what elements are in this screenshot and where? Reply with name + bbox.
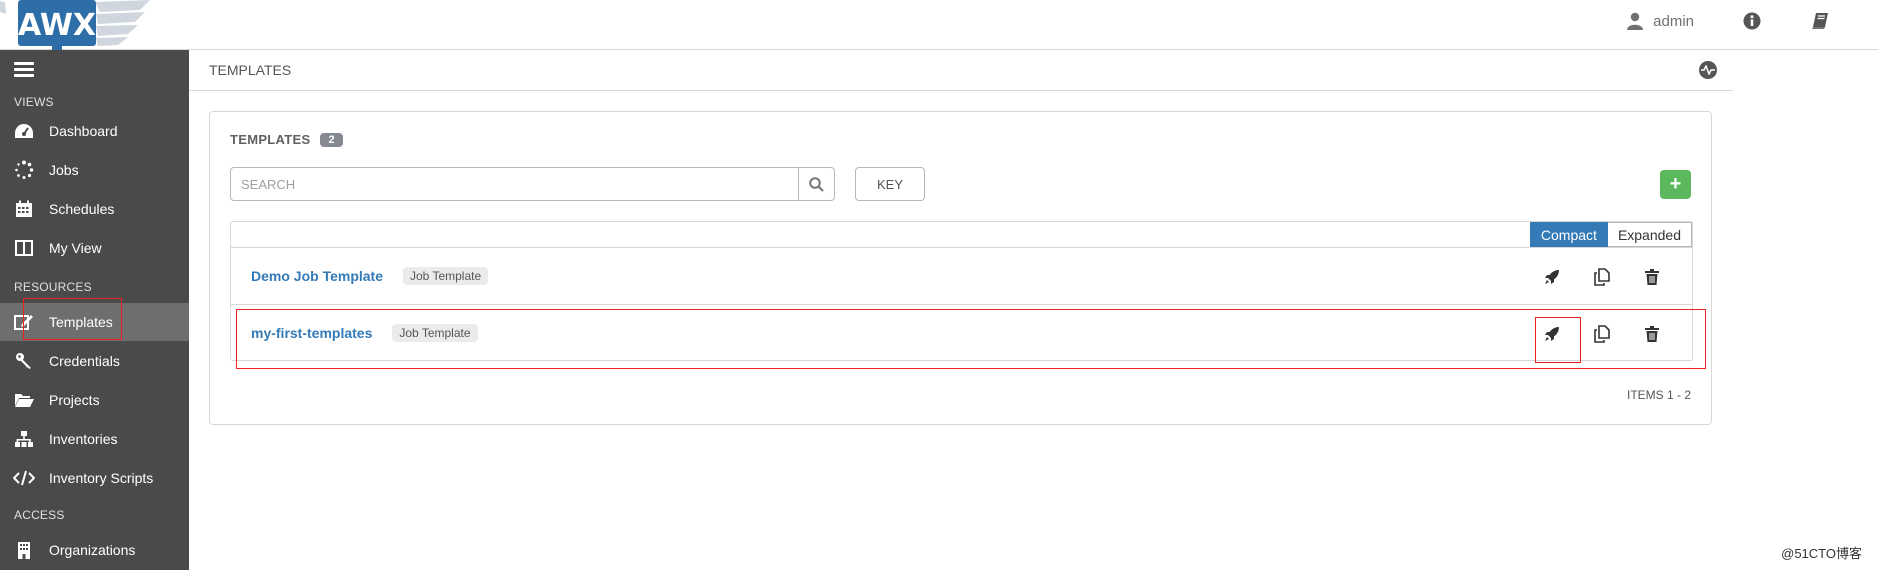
- activity-stream-button[interactable]: [1699, 61, 1717, 79]
- template-name-link[interactable]: Demo Job Template: [251, 268, 383, 284]
- search-input[interactable]: [231, 168, 798, 200]
- copy-button[interactable]: [1592, 267, 1612, 287]
- watermark: @51CTO博客: [1781, 546, 1862, 561]
- sidebar-item-credentials[interactable]: Credentials: [0, 342, 189, 380]
- sidebar-item-label: Credentials: [49, 353, 120, 369]
- breadcrumb: TEMPLATES: [209, 62, 292, 78]
- columns-icon: [13, 238, 35, 258]
- search-box: [230, 167, 835, 201]
- templates-panel: TEMPLATES 2 KEY + Compact Expanded Demo …: [209, 111, 1712, 425]
- expanded-view-button[interactable]: Expanded: [1607, 222, 1692, 247]
- rocket-icon: [1545, 270, 1559, 284]
- sidebar-item-label: Organizations: [49, 542, 136, 558]
- menu-toggle-icon[interactable]: [14, 62, 34, 78]
- sidebar-item-inventory-scripts[interactable]: Inventory Scripts: [0, 459, 189, 497]
- template-type-tag: Job Template: [403, 267, 489, 285]
- page-header: TEMPLATES: [189, 50, 1733, 91]
- section-label-resources: RESOURCES: [14, 280, 92, 294]
- user-menu[interactable]: admin: [1627, 12, 1694, 30]
- count-badge: 2: [320, 132, 343, 147]
- panel-title: TEMPLATES 2: [230, 132, 343, 147]
- calendar-icon: [13, 199, 35, 219]
- sidebar-item-my-view[interactable]: My View: [0, 229, 189, 267]
- sidebar-item-inventories[interactable]: Inventories: [0, 420, 189, 458]
- building-icon: [13, 540, 35, 560]
- sidebar-item-label: Projects: [49, 392, 100, 408]
- row-actions: [1542, 267, 1662, 287]
- section-label-views: VIEWS: [14, 95, 54, 109]
- spinner-icon: [13, 160, 35, 180]
- annotation-highlight-launch: [1535, 317, 1581, 363]
- delete-button[interactable]: [1642, 267, 1662, 287]
- top-bar-right: admin: [1627, 0, 1878, 42]
- awx-app: AWX admin VIEWS Dashboard Jobs Schedules…: [0, 0, 1878, 570]
- documentation-button[interactable]: [1810, 11, 1830, 31]
- username: admin: [1653, 12, 1694, 30]
- pagination-items: ITEMS 1 - 2: [1626, 388, 1691, 402]
- search-icon: [809, 176, 824, 192]
- compact-view-button[interactable]: Compact: [1529, 222, 1608, 247]
- code-icon: [13, 468, 35, 488]
- key-icon: [13, 351, 35, 371]
- sidebar-item-schedules[interactable]: Schedules: [0, 190, 189, 228]
- sidebar-item-label: My View: [49, 240, 102, 256]
- sidebar-item-organizations[interactable]: Organizations: [0, 531, 189, 569]
- add-template-button[interactable]: +: [1660, 170, 1691, 199]
- user-icon: [1627, 12, 1644, 30]
- sidebar-item-jobs[interactable]: Jobs: [0, 151, 189, 189]
- annotation-highlight-templates: [23, 298, 122, 340]
- sidebar-item-dashboard[interactable]: Dashboard: [0, 112, 189, 150]
- sidebar-item-label: Inventory Scripts: [49, 470, 154, 486]
- sitemap-icon: [13, 429, 35, 449]
- info-icon: [1743, 12, 1761, 30]
- section-label-access: ACCESS: [14, 508, 65, 522]
- trash-icon: [1645, 269, 1659, 285]
- top-bar: AWX admin: [0, 0, 1878, 52]
- info-button[interactable]: [1742, 11, 1762, 31]
- search-button[interactable]: [798, 168, 834, 200]
- sidebar-item-label: Schedules: [49, 201, 115, 217]
- book-icon: [1812, 13, 1828, 29]
- activity-icon: [1701, 65, 1715, 75]
- dashboard-icon: [13, 121, 35, 141]
- copy-icon: [1594, 268, 1610, 286]
- launch-button[interactable]: [1542, 267, 1562, 287]
- table-row: Demo Job Template Job Template: [231, 247, 1692, 304]
- sidebar-item-label: Dashboard: [49, 123, 118, 139]
- annotation-highlight-row: [236, 309, 1706, 369]
- panel-title-text: TEMPLATES: [230, 132, 311, 147]
- sidebar-item-label: Inventories: [49, 431, 118, 447]
- view-toggle: Compact Expanded: [1529, 222, 1692, 247]
- sidebar-item-projects[interactable]: Projects: [0, 381, 189, 419]
- folder-open-icon: [13, 390, 35, 410]
- key-button[interactable]: KEY: [855, 167, 925, 201]
- sidebar-item-label: Jobs: [49, 162, 79, 178]
- awx-logo[interactable]: AWX: [0, 0, 150, 52]
- logo-text: AWX: [18, 8, 96, 43]
